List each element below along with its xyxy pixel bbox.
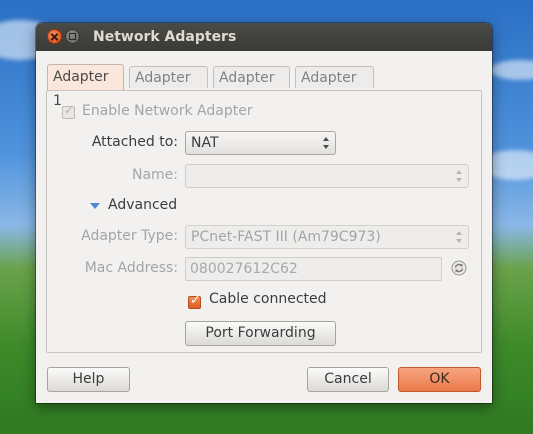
port-forwarding-button[interactable]: Port Forwarding [185, 321, 336, 346]
mac-address-label: Mac Address: [84, 260, 178, 276]
enable-adapter-label: Enable Network Adapter [82, 103, 253, 119]
ok-label: OK [429, 371, 450, 387]
tab-adapter-2[interactable]: Adapter 2 [129, 66, 208, 108]
spinner-arrows-icon [323, 137, 330, 149]
tab-adapter-4[interactable]: Adapter 4 [295, 66, 374, 108]
advanced-expander[interactable]: Advanced [108, 197, 177, 213]
title-bar[interactable]: Network Adapters [36, 23, 492, 51]
ok-button[interactable]: OK [398, 367, 481, 392]
refresh-icon[interactable] [451, 260, 467, 276]
network-adapters-dialog: Network Adapters Adapter 1 Adapter 2 Ada… [36, 23, 492, 403]
help-button[interactable]: Help [47, 367, 130, 392]
adapter-type-select[interactable]: PCnet-FAST III (Am79C973) [185, 225, 469, 249]
enable-adapter-checkbox[interactable] [62, 103, 75, 119]
mac-address-value: 080027612C62 [190, 261, 298, 277]
name-label: Name: [131, 167, 178, 183]
attached-to-select[interactable]: NAT [185, 131, 336, 155]
minimize-icon[interactable] [65, 29, 80, 44]
tab-adapter-1[interactable]: Adapter 1 [47, 64, 124, 109]
cancel-label: Cancel [324, 371, 372, 387]
cable-connected-label: Cable connected [209, 291, 327, 307]
triangle-down-icon[interactable] [90, 203, 100, 209]
window-title: Network Adapters [93, 29, 237, 45]
port-forwarding-label: Port Forwarding [205, 325, 316, 341]
cable-connected-checkbox[interactable] [188, 293, 201, 309]
help-label: Help [72, 371, 105, 387]
cancel-button[interactable]: Cancel [307, 367, 389, 392]
attached-to-value: NAT [191, 135, 219, 151]
name-select[interactable] [185, 164, 469, 188]
adapter-type-label: Adapter Type: [81, 228, 178, 244]
attached-to-label: Attached to: [91, 134, 178, 150]
adapter-type-value: PCnet-FAST III (Am79C973) [191, 229, 381, 245]
close-icon[interactable] [47, 29, 62, 44]
spinner-arrows-icon [456, 231, 463, 243]
spinner-arrows-icon [456, 170, 463, 182]
mac-address-field[interactable]: 080027612C62 [185, 257, 442, 281]
adapter-panel: Enable Network Adapter Attached to: NAT … [46, 90, 482, 353]
tab-adapter-3[interactable]: Adapter 3 [213, 66, 290, 108]
wallpaper-cloud [490, 60, 533, 80]
